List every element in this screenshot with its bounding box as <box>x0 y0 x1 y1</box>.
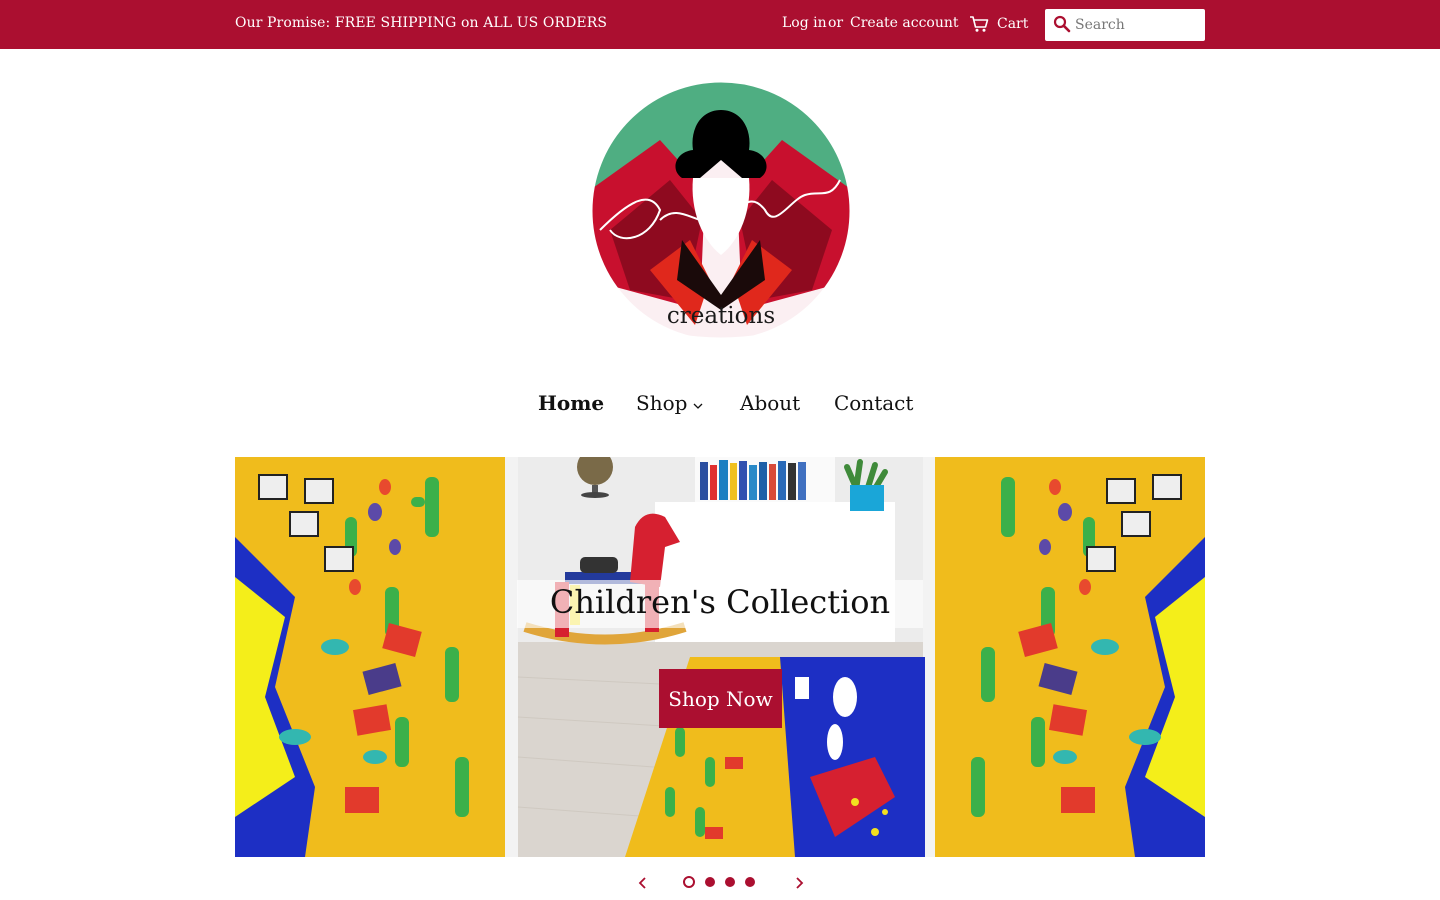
search-input[interactable] <box>1075 15 1199 35</box>
create-account-link[interactable]: Create account <box>850 15 959 31</box>
slide-dot-2[interactable] <box>705 877 715 887</box>
cart-link[interactable]: Cart <box>969 12 1028 36</box>
shipping-promise: Our Promise: FREE SHIPPING on ALL US ORD… <box>235 15 608 31</box>
cart-label: Cart <box>997 16 1029 32</box>
nav-shop[interactable]: Shop <box>636 385 703 421</box>
nav-contact[interactable]: Contact <box>834 385 913 421</box>
slide-dot-4[interactable] <box>745 877 755 887</box>
hero-image <box>235 457 1205 857</box>
slide-dot-1[interactable] <box>683 876 695 888</box>
search-icon[interactable] <box>1053 15 1071 37</box>
main-nav: Home Shop About Contact <box>0 385 1440 421</box>
cart-icon <box>969 15 989 33</box>
login-link[interactable]: Log in <box>782 15 827 31</box>
or-separator: or <box>828 15 844 31</box>
nav-home[interactable]: Home <box>538 385 604 421</box>
store-logo[interactable]: creations <box>590 80 852 342</box>
slide-title: Children's Collection <box>549 583 891 621</box>
search-box[interactable] <box>1045 9 1205 41</box>
shop-now-button[interactable]: Shop Now <box>659 669 782 728</box>
nav-about[interactable]: About <box>740 385 800 421</box>
slideshow-controls <box>0 872 1440 894</box>
logo-text: creations <box>667 303 775 329</box>
slide-dot-3[interactable] <box>725 877 735 887</box>
nav-shop-label: Shop <box>636 391 688 415</box>
chevron-right-icon[interactable] <box>790 874 808 892</box>
chevron-down-icon <box>693 385 703 421</box>
announcement-bar: Our Promise: FREE SHIPPING on ALL US ORD… <box>0 0 1440 49</box>
hero-slideshow[interactable]: Children's Collection Shop Now <box>235 457 1205 857</box>
chevron-left-icon[interactable] <box>634 874 652 892</box>
